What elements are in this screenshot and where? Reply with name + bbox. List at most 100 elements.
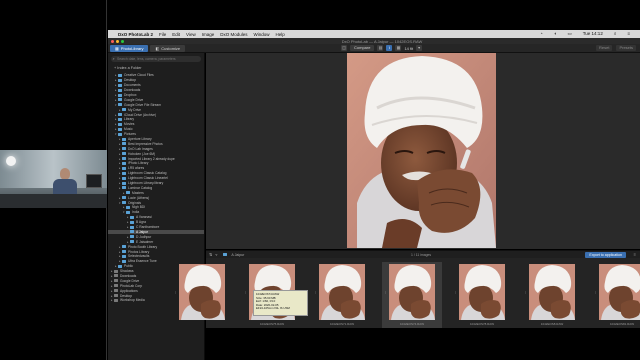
folder-path-label: A Jaipur: [231, 252, 245, 257]
folder-icon: [122, 259, 126, 263]
folder-tree-label: Lucie (Athens): [128, 195, 150, 200]
filmstrip-thumbnail[interactable]: 1042EOS81.RAW ⋮: [592, 262, 640, 330]
folder-icon: [118, 113, 122, 117]
compare-button[interactable]: Compare: [350, 45, 375, 51]
search-input[interactable]: Search date, lens, camera, parameters: [111, 56, 201, 62]
zoom-dropdown-icon[interactable]: ▾: [416, 45, 423, 51]
folder-icon: [118, 93, 122, 97]
tab-customize[interactable]: ◧ Customize: [150, 44, 186, 52]
folder-icon: [118, 78, 122, 82]
folder-icon: [118, 132, 122, 136]
folder-tree-label: Music: [124, 127, 133, 132]
folder-tree-label: A Jaipur: [136, 229, 148, 234]
menu-dxo-modules[interactable]: DxO Modules: [220, 32, 247, 37]
folder-icon: [118, 264, 122, 268]
folder-tree-label: D Jodhpur: [136, 234, 152, 239]
export-to-application-button[interactable]: Export to application: [585, 251, 626, 258]
folder-icon: [118, 83, 122, 87]
folder-icon: [130, 235, 134, 239]
main-toolbar: ▦ PhotoLibrary ◧ Customize ◫ Compare ▤ i…: [108, 44, 640, 53]
image-count: 1 / 11 images: [411, 252, 432, 257]
main-photo[interactable]: [347, 53, 496, 248]
filmstrip-thumbnail[interactable]: 1042EOS8.RAW ⋮: [522, 262, 582, 330]
folder-tree-label: Selectedvaults: [128, 254, 150, 259]
split-view-icon[interactable]: ◫: [341, 45, 347, 51]
folder-icon: [118, 98, 122, 102]
menu-extras-icon[interactable]: ≡: [627, 31, 630, 37]
presets-button[interactable]: Presets: [616, 45, 636, 51]
menu-edit[interactable]: Edit: [172, 32, 180, 37]
mac-menubar: DxO PhotoLab 2 File Edit View Image DxO …: [108, 30, 640, 38]
tab-photolibrary-label: PhotoLibrary: [120, 45, 144, 51]
folder-icon: [114, 269, 118, 273]
folder-tree-label: A Varanasi: [136, 215, 152, 220]
rating-marker-icon: ⋮: [454, 290, 457, 294]
folder-tree-label: Movies: [124, 122, 135, 127]
presenter-panel: [0, 0, 107, 360]
wifi-icon[interactable]: ◔: [540, 31, 543, 37]
menu-image[interactable]: Image: [202, 32, 215, 37]
webcam-desk: [0, 194, 107, 208]
folder-icon: [122, 157, 126, 161]
filmstrip-thumbnail[interactable]: ⋮: [172, 262, 232, 330]
volume-icon[interactable]: ◖: [554, 31, 557, 37]
thumbnail-caption: 1042EOS74.RAW: [399, 322, 425, 326]
folder-icon: [122, 181, 126, 185]
folder-icon: [130, 215, 134, 219]
menu-help[interactable]: Help: [276, 32, 285, 37]
search-icon[interactable]: ⌕: [614, 31, 617, 37]
folder-icon: [122, 176, 126, 180]
folder-tree-label: Applications: [120, 288, 138, 293]
battery-icon[interactable]: ▭: [567, 31, 571, 37]
folder-tree-label: Library: [124, 117, 135, 122]
window-controls: [111, 39, 124, 43]
studio-lamp: [6, 156, 16, 166]
filmstrip-thumbnail[interactable]: 1042EOS71.RAW ⋮: [312, 262, 372, 330]
filmstrip-thumbnail[interactable]: 1042EOS74.RAW ⋮: [382, 262, 442, 330]
tab-photolibrary[interactable]: ▦ PhotoLibrary: [110, 44, 149, 52]
image-viewer: [206, 53, 640, 249]
thumbnail-caption: 1042EOS78.RAW: [469, 322, 495, 326]
folder-icon: [114, 279, 118, 283]
hamburger-menu-icon[interactable]: ≡: [634, 252, 636, 257]
info-icon[interactable]: i: [386, 45, 393, 51]
rating-marker-icon: ⋮: [244, 290, 247, 294]
reset-button[interactable]: Reset: [595, 45, 613, 51]
thumbnail-caption: 1042EOS81.RAW: [609, 322, 635, 326]
toolbar-right: Reset Presets: [595, 45, 636, 51]
menu-file[interactable]: File: [159, 32, 166, 37]
folder-tree-label: Masters: [132, 190, 144, 195]
folder-tree-label: Google Drive: [124, 97, 144, 102]
minimize-window-button[interactable]: [116, 39, 119, 43]
thumbnail-image: [179, 264, 225, 320]
folder-tree-label: Workshop Media: [120, 298, 145, 303]
folder-icon: [122, 166, 126, 170]
folder-tree-label: iPhoto Library: [128, 161, 149, 166]
folder-tree-label: Desktop: [120, 293, 133, 298]
tooltip-line: EF24-105mm f/4L IS USM: [256, 306, 290, 310]
folder-tree-label: Google Drive: [120, 278, 140, 283]
zoom-level[interactable]: 14 fit: [404, 46, 413, 51]
menu-window[interactable]: Window: [254, 32, 270, 37]
folder-icon: [122, 250, 126, 253]
rating-marker-icon: ⋮: [314, 290, 317, 294]
close-window-button[interactable]: [111, 39, 114, 43]
histogram-icon[interactable]: ▤: [377, 45, 384, 51]
menu-app-name[interactable]: DxO PhotoLab 2: [118, 32, 153, 37]
thumbnail-caption: 1042EOS8.RAW: [540, 322, 564, 326]
filmstrip-thumbnail[interactable]: 1042EOS78.RAW ⋮: [452, 262, 512, 330]
filter-icon[interactable]: ▿: [215, 252, 217, 257]
folder-tree-label: Aperture Library: [128, 137, 152, 142]
folder-icon: [122, 147, 126, 151]
folder-tree-label: Lightroom Classic Lineartel: [128, 176, 168, 181]
sort-icon[interactable]: ⇅: [209, 252, 212, 257]
folder-icon: [118, 103, 122, 107]
index-folder-button[interactable]: + Index a Folder: [108, 64, 204, 73]
folder-icon: [114, 284, 118, 288]
clock[interactable]: Tue 14:12: [583, 31, 603, 37]
browser-toolbar: ⇅ ▿ A Jaipur 1 / 11 images Export to app…: [206, 250, 640, 258]
rating-marker-icon: ⋮: [384, 290, 387, 294]
menu-view[interactable]: View: [186, 32, 196, 37]
folder-tree-label: B Agra: [136, 220, 146, 225]
grid-icon[interactable]: ▦: [395, 45, 402, 51]
